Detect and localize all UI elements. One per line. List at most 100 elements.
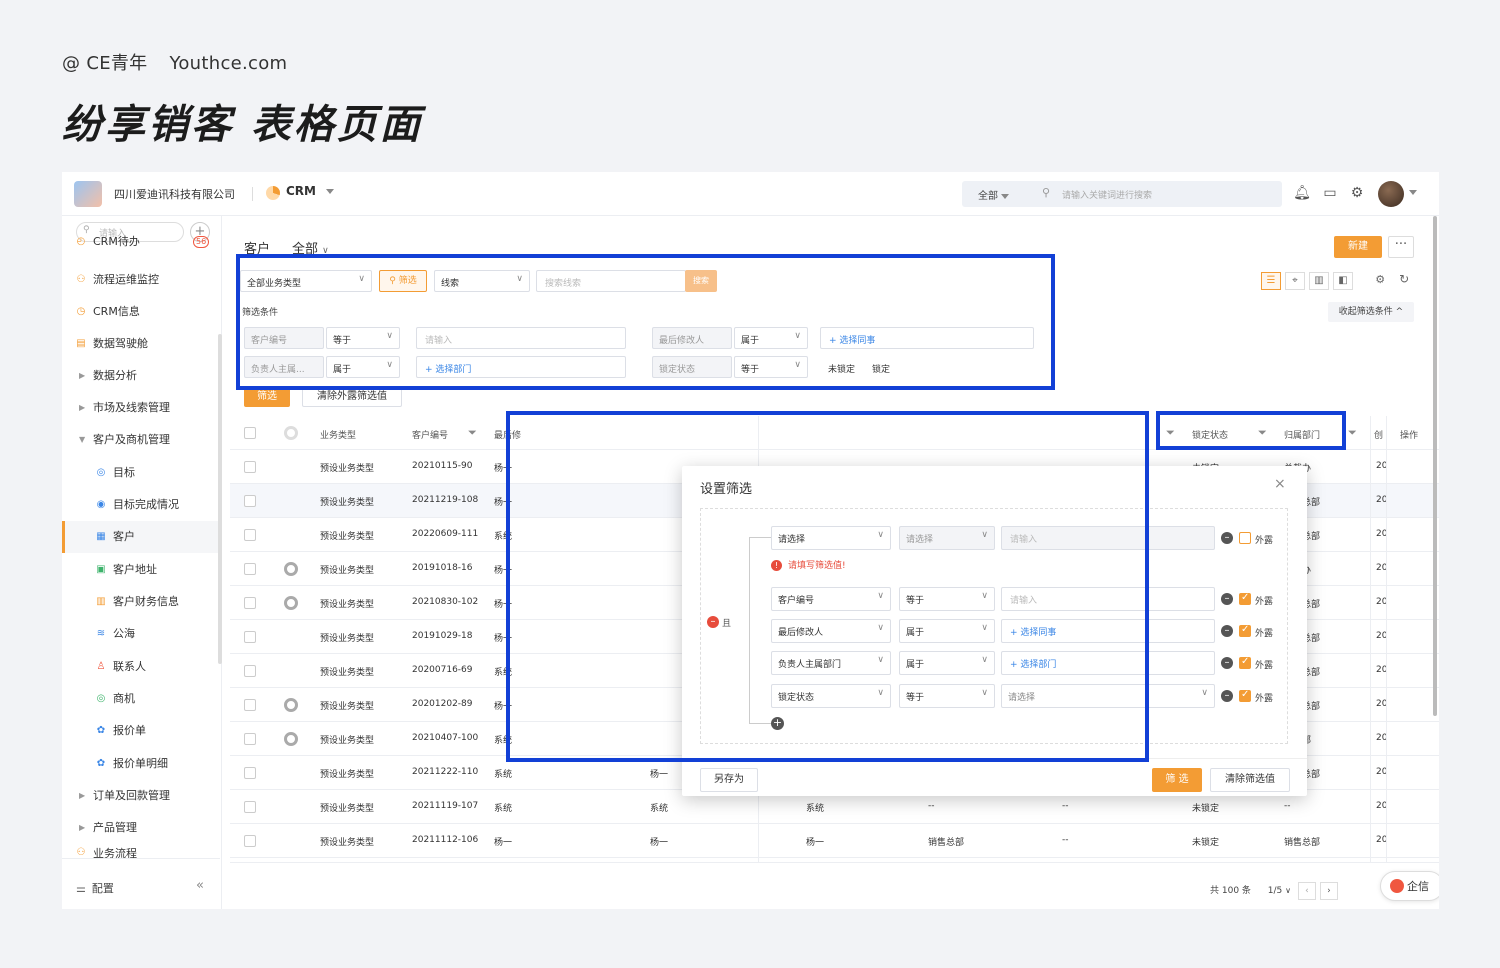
leads-search-input[interactable]: 搜索线索: [536, 270, 686, 292]
select-all-checkbox[interactable]: [244, 427, 256, 439]
cell-customer-id[interactable]: 20210830-102: [412, 597, 478, 607]
page-select[interactable]: 1/5 ∨: [1268, 886, 1291, 896]
remove-condition-icon[interactable]: –: [1221, 593, 1233, 605]
cell-customer-id[interactable]: 20210407-100: [412, 733, 478, 743]
sidebar-item-products[interactable]: ▶ 产品管理: [62, 812, 220, 844]
select-department-picker[interactable]: + 选择部门: [416, 356, 626, 378]
sidebar-item-customer[interactable]: ▦ 客户: [62, 521, 220, 553]
search-scope-select[interactable]: 全部: [978, 187, 1010, 202]
next-page-button[interactable]: ›: [1319, 882, 1338, 900]
sidebar-scrollbar[interactable]: [218, 334, 222, 664]
select-department-picker[interactable]: + 选择部门: [1001, 651, 1215, 675]
lock-option-locked[interactable]: 锁定: [872, 362, 890, 375]
kanban-view-icon[interactable]: ▥: [1309, 272, 1329, 290]
expose-checkbox[interactable]: [1239, 624, 1251, 637]
cell-customer-id[interactable]: 20210115-90: [412, 461, 473, 471]
biz-type-select[interactable]: 全部业务类型 ∨: [240, 270, 372, 292]
filter-op-select[interactable]: 等于 ∨: [326, 327, 400, 349]
sidebar-item-data-analysis[interactable]: ▶ 数据分析: [62, 360, 220, 392]
remove-condition-icon[interactable]: –: [1221, 657, 1233, 669]
close-icon[interactable]: ×: [1274, 476, 1286, 492]
funnel-icon[interactable]: ⏷: [1258, 426, 1267, 440]
filter-field-last-modifier[interactable]: 最后修改人: [652, 327, 732, 349]
funnel-icon[interactable]: ⏷: [468, 426, 477, 440]
row-checkbox[interactable]: [244, 733, 256, 745]
condition-value-input[interactable]: 请输入: [1001, 587, 1215, 611]
sidebar-item-target-progress[interactable]: ◉ 目标完成情况: [62, 489, 220, 521]
more-button[interactable]: ···: [1388, 236, 1414, 258]
row-checkbox[interactable]: [244, 631, 256, 643]
cell-customer-id[interactable]: 20211119-107: [412, 801, 478, 811]
tab-scope[interactable]: 全部 ∨: [292, 242, 329, 257]
condition-op-select[interactable]: 属于 ∨: [899, 651, 995, 675]
row-checkbox[interactable]: [244, 767, 256, 779]
gear-icon[interactable]: ⚙: [1348, 184, 1366, 202]
sidebar-item-quote-detail[interactable]: ✿ 报价单明细: [62, 748, 220, 780]
row-checkbox[interactable]: [244, 597, 256, 609]
tab-customer[interactable]: 客户: [244, 242, 270, 257]
map-view-icon[interactable]: ⌖: [1285, 272, 1305, 290]
add-condition-icon[interactable]: +: [771, 717, 784, 730]
cell-customer-id[interactable]: 20211222-110: [412, 767, 478, 777]
save-as-button[interactable]: 另存为: [700, 768, 758, 792]
condition-field-select[interactable]: 客户编号 ∨: [771, 587, 891, 611]
main-scrollbar[interactable]: [1433, 216, 1437, 716]
search-field-select[interactable]: 线索 ∨: [434, 270, 530, 292]
column-header-created[interactable]: 创: [1374, 428, 1383, 441]
expose-checkbox[interactable]: [1239, 689, 1251, 702]
row-checkbox[interactable]: [244, 665, 256, 677]
sidebar-item-public-pool[interactable]: ≋ 公海: [62, 618, 220, 650]
sidebar-item-crm-todo[interactable]: ◴ CRM待办 56: [62, 235, 220, 249]
clear-exposed-filters-button[interactable]: 清除外露筛选值: [302, 387, 402, 407]
cell-customer-id[interactable]: 20201202-89: [412, 699, 473, 709]
remove-condition-icon[interactable]: –: [1221, 532, 1233, 544]
row-checkbox[interactable]: [244, 563, 256, 575]
clear-filter-values-button[interactable]: 清除筛选值: [1210, 768, 1290, 792]
sidebar-item-market-leads[interactable]: ▶ 市场及线索管理: [62, 392, 220, 424]
condition-op-select[interactable]: 属于 ∨: [899, 619, 995, 643]
settings-icon[interactable]: ⚙: [1370, 273, 1390, 286]
prev-page-button[interactable]: ‹: [1297, 882, 1316, 900]
expose-checkbox[interactable]: [1239, 656, 1251, 669]
sidebar-item-process-monitor[interactable]: ⚇ 流程运维监控: [62, 264, 220, 296]
row-checkbox[interactable]: [244, 835, 256, 847]
sidebar-item-quote[interactable]: ✿ 报价单: [62, 715, 220, 747]
condition-field-select[interactable]: 最后修改人 ∨: [771, 619, 891, 643]
list-view-icon[interactable]: ☰: [1261, 272, 1281, 290]
filter-op-select[interactable]: 属于 ∨: [734, 327, 808, 349]
column-header-lock-status[interactable]: 锁定状态: [1192, 428, 1228, 441]
sidebar-item-opportunity[interactable]: ◎ 商机: [62, 683, 220, 715]
search-input[interactable]: 请输入关键词进行搜索: [1062, 188, 1152, 201]
condition-op-select[interactable]: 等于 ∨: [899, 684, 995, 708]
sidebar-item-business-flow[interactable]: ⚇ 业务流程: [62, 844, 220, 858]
sidebar-item-contacts[interactable]: ♙ 联系人: [62, 651, 220, 683]
condition-op-select[interactable]: 请选择 ∨: [899, 526, 995, 550]
filter-field-customer-id[interactable]: 客户编号: [244, 327, 324, 349]
cell-customer-id[interactable]: 20191029-18: [412, 631, 473, 641]
global-search[interactable]: 全部 ⚲ 请输入关键词进行搜索: [962, 181, 1282, 207]
cell-customer-id[interactable]: 20211112-106: [412, 835, 478, 845]
cell-customer-id[interactable]: 20220609-111: [412, 529, 478, 539]
column-header-customer-id[interactable]: 客户编号: [412, 428, 448, 441]
apply-filter-button[interactable]: 筛 选: [1152, 768, 1202, 792]
row-checkbox[interactable]: [244, 801, 256, 813]
sidebar-item-orders[interactable]: ▶ 订单及回款管理: [62, 780, 220, 812]
inbox-icon[interactable]: ▭: [1321, 184, 1339, 202]
funnel-icon[interactable]: ⏷: [1166, 426, 1175, 440]
condition-value-select[interactable]: 请选择 ∨: [1001, 684, 1215, 708]
company-logo[interactable]: [74, 181, 102, 207]
split-view-icon[interactable]: ◧: [1333, 272, 1353, 290]
lock-option-unlocked[interactable]: 未锁定: [828, 362, 855, 375]
sidebar-item-customer-opportunity[interactable]: ▼ 客户及商机管理: [62, 424, 220, 456]
crm-app-icon[interactable]: [266, 186, 280, 200]
row-checkbox[interactable]: [244, 699, 256, 711]
remove-group-icon[interactable]: –: [707, 616, 719, 628]
logic-and-label[interactable]: 且: [722, 616, 731, 629]
new-button[interactable]: 新建: [1334, 236, 1382, 258]
condition-field-select[interactable]: 请选择 ∨: [771, 526, 891, 550]
collapse-filters-button[interactable]: 收起筛选条件 ^: [1328, 302, 1414, 322]
avatar[interactable]: [1378, 181, 1404, 207]
qixin-chat-button[interactable]: 企信: [1380, 871, 1439, 901]
expose-checkbox[interactable]: [1239, 532, 1251, 544]
select-colleague-picker[interactable]: + 选择同事: [1001, 619, 1215, 643]
